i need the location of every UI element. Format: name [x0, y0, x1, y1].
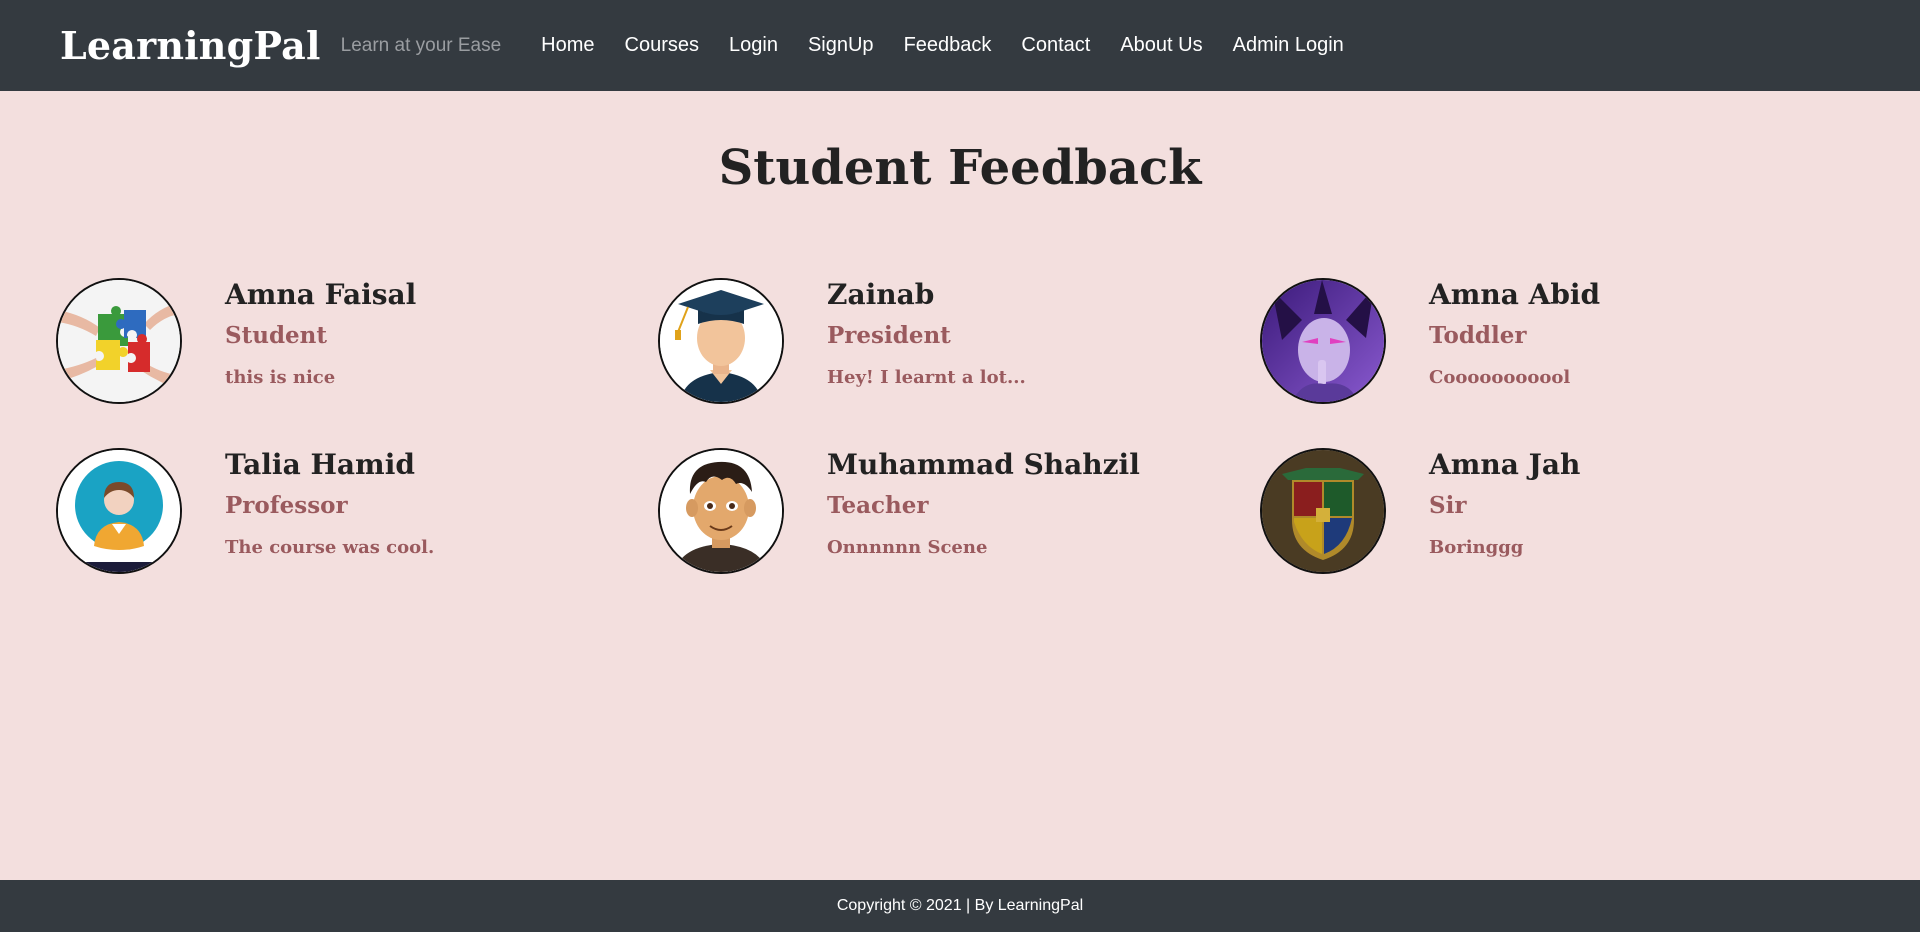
- cartoon-man-avatar-icon: [658, 448, 784, 574]
- feedback-role: Professor: [225, 492, 348, 519]
- anime-character-avatar-icon: [1260, 278, 1386, 404]
- graduate-avatar-icon: [658, 278, 784, 404]
- feedback-comment: Hey! I learnt a lot...: [827, 367, 1026, 388]
- feedback-comment: The course was cool.: [225, 537, 435, 558]
- feedback-comment: Boringgg: [1429, 537, 1524, 558]
- feedback-name: Talia Hamid: [225, 448, 415, 481]
- feedback-role: Teacher: [827, 492, 929, 519]
- nav-link-about-us[interactable]: About Us: [1120, 34, 1202, 57]
- feedback-card: Muhammad Shahzil Teacher Onnnnnn Scene: [658, 448, 1178, 574]
- feedback-name: Amna Abid: [1429, 278, 1601, 311]
- nav-link-admin-login[interactable]: Admin Login: [1233, 34, 1344, 57]
- user-avatar-icon: [56, 448, 182, 574]
- feedback-name: Zainab: [827, 278, 935, 311]
- tagline: Learn at your Ease: [340, 34, 502, 56]
- feedback-card: Amna Jah Sir Boringgg: [1260, 448, 1780, 574]
- page-title: Student Feedback: [718, 140, 1202, 196]
- feedback-role: President: [827, 322, 951, 349]
- feedback-role: Toddler: [1429, 322, 1527, 349]
- feedback-name: Amna Jah: [1429, 448, 1581, 481]
- brand-logo[interactable]: LearningPal: [60, 23, 321, 68]
- feedback-card: Talia Hamid Professor The course was coo…: [56, 448, 576, 574]
- feedback-role: Sir: [1429, 492, 1467, 519]
- feedback-role: Student: [225, 322, 328, 349]
- navbar: LearningPal Learn at your Ease Home Cour…: [0, 0, 1920, 91]
- nav-link-signup[interactable]: SignUp: [808, 34, 874, 57]
- nav-link-login[interactable]: Login: [729, 34, 778, 57]
- feedback-name: Amna Faisal: [225, 278, 417, 311]
- nav-link-home[interactable]: Home: [541, 34, 594, 57]
- nav-link-contact[interactable]: Contact: [1021, 34, 1090, 57]
- footer: Copyright © 2021 | By LearningPal: [0, 880, 1920, 932]
- feedback-comment: Onnnnnn Scene: [827, 537, 988, 558]
- nav-link-feedback[interactable]: Feedback: [904, 34, 992, 57]
- nav-link-courses[interactable]: Courses: [625, 34, 699, 57]
- crest-avatar-icon: [1260, 448, 1386, 574]
- feedback-card: Amna Abid Toddler Cooooooooool: [1260, 278, 1780, 404]
- feedback-card: Amna Faisal Student this is nice: [56, 278, 576, 404]
- puzzle-pieces-icon: [56, 278, 182, 404]
- feedback-name: Muhammad Shahzil: [827, 448, 1140, 481]
- feedback-comment: this is nice: [225, 367, 336, 388]
- feedback-comment: Cooooooooool: [1429, 367, 1571, 388]
- feedback-card: Zainab President Hey! I learnt a lot...: [658, 278, 1178, 404]
- copyright-text: Copyright © 2021 | By LearningPal: [836, 897, 1084, 914]
